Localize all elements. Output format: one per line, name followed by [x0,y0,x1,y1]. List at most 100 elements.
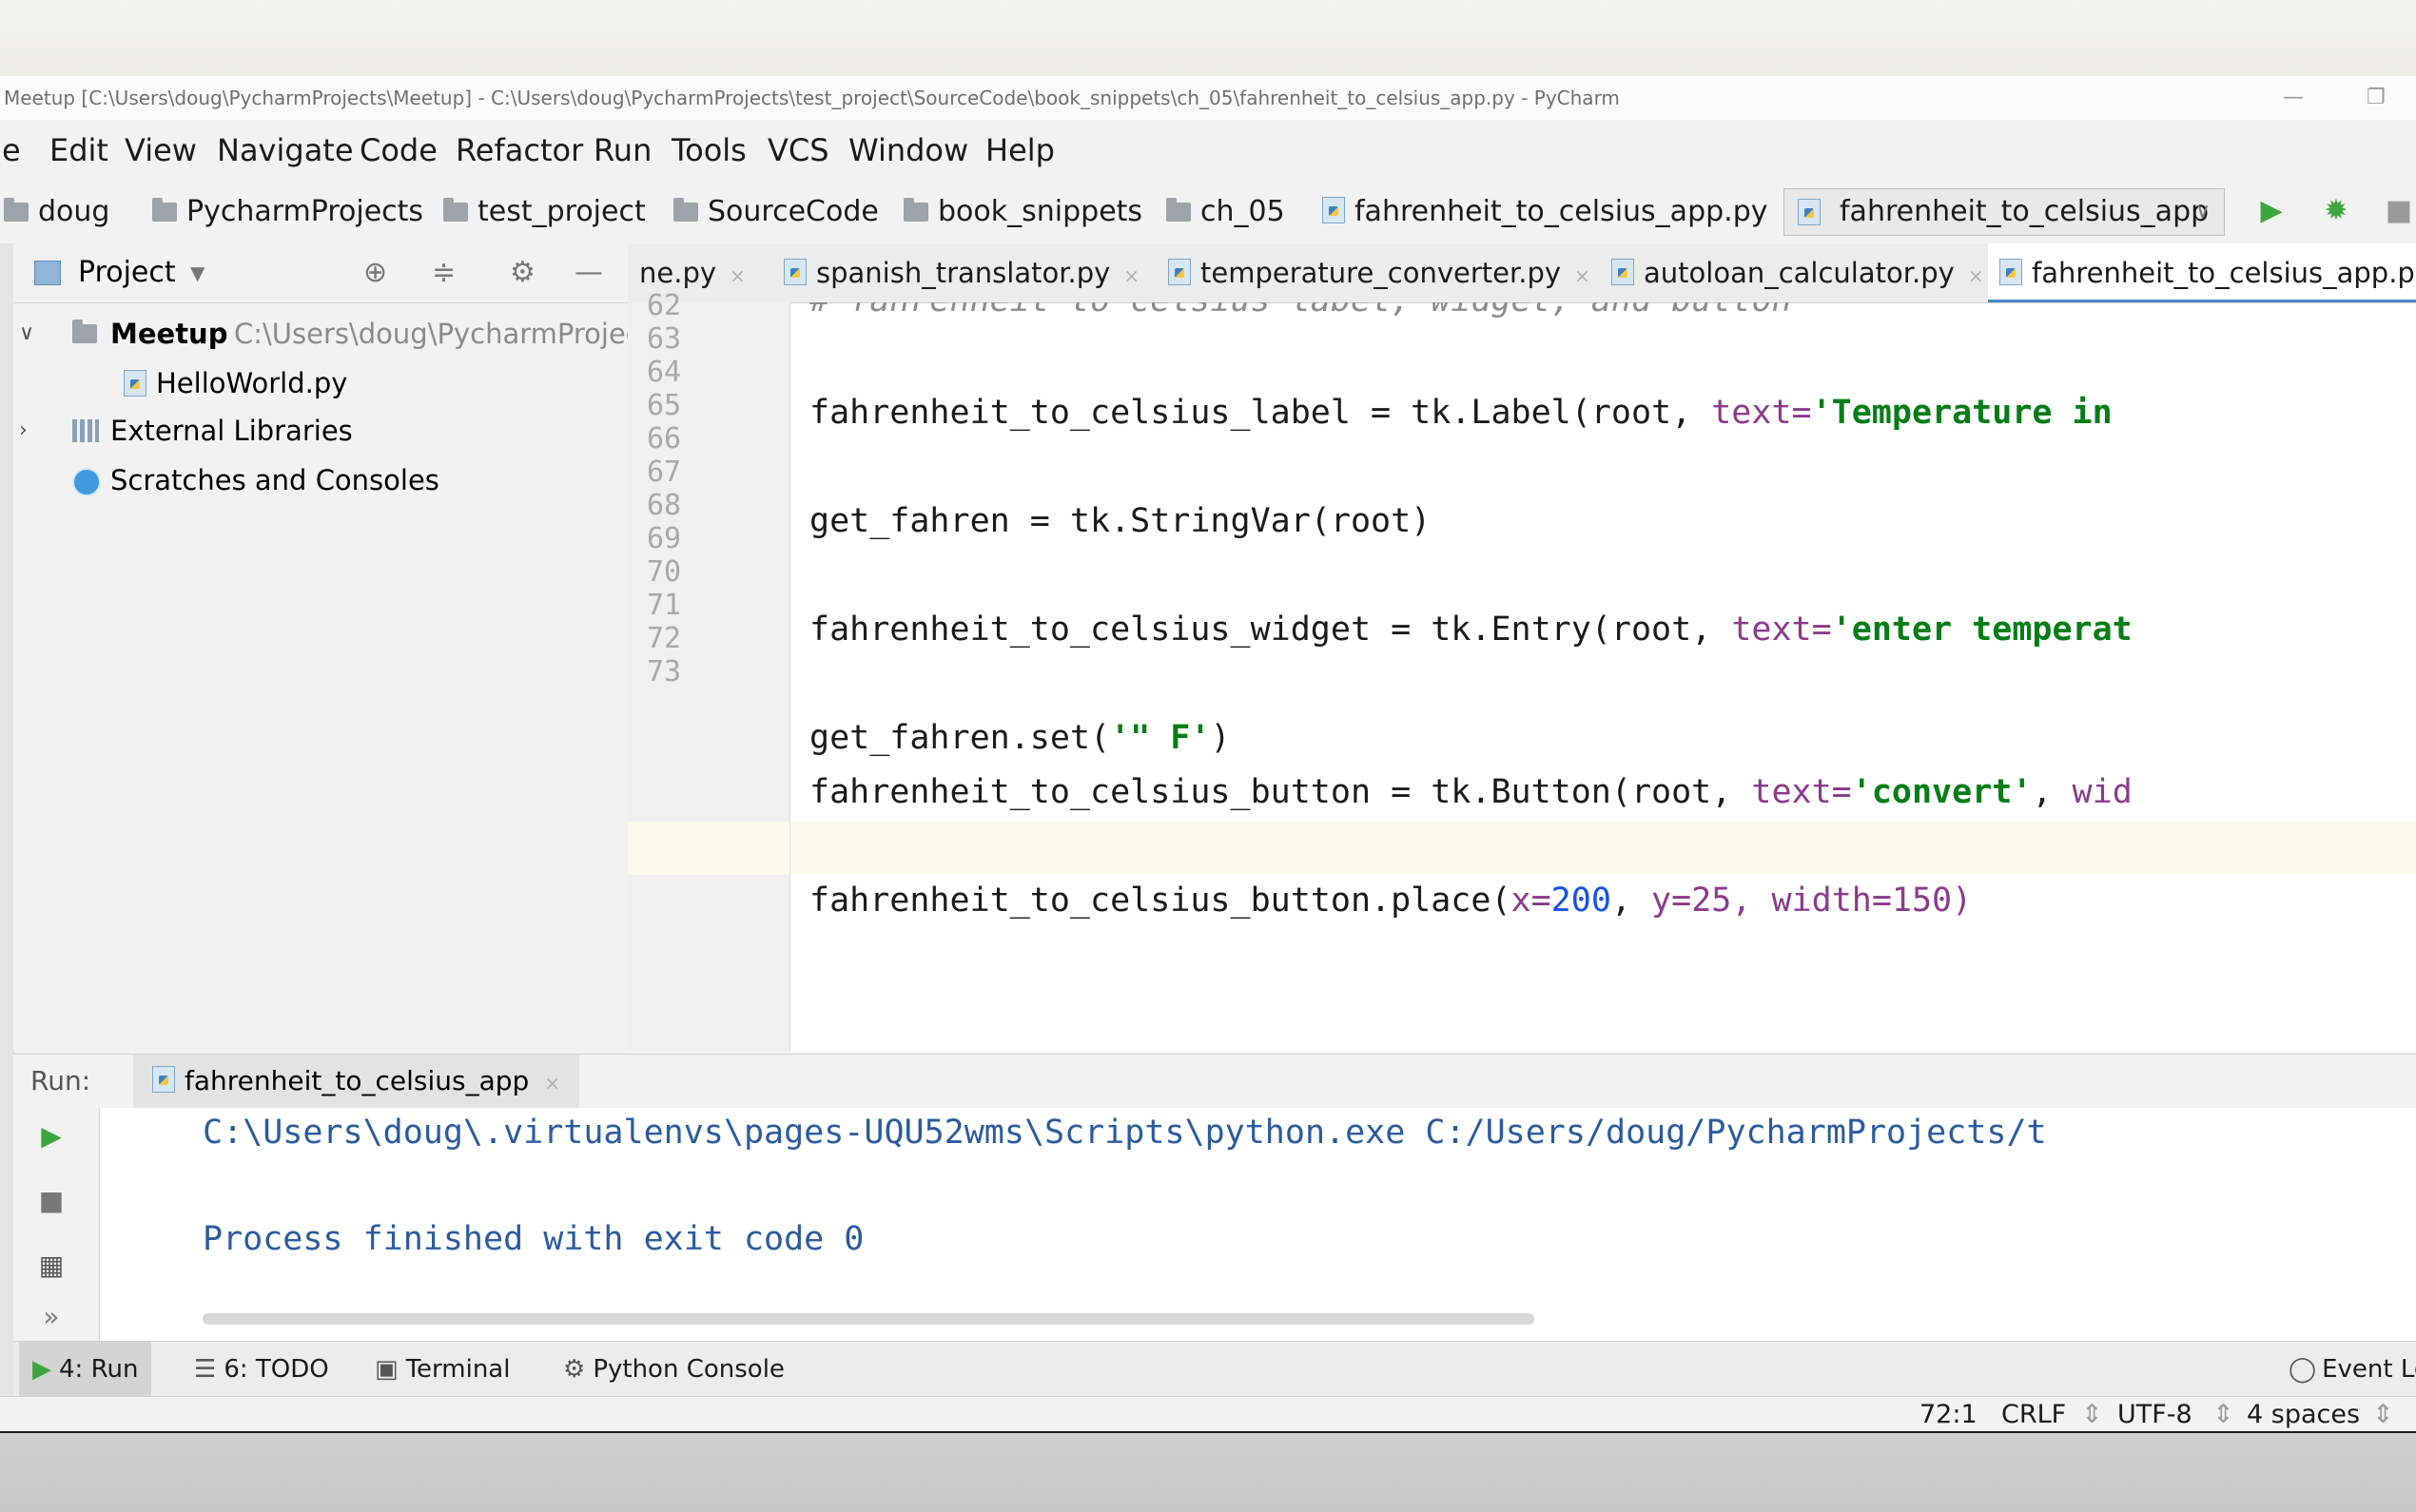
file-encoding[interactable]: UTF-8 [2117,1397,2192,1431]
menu-window[interactable]: Window [848,120,968,181]
breadcrumb-test-project[interactable]: test_project [443,181,646,243]
python-file-icon [1322,197,1345,223]
indent-setting[interactable]: 4 spaces [2247,1397,2360,1431]
code-line: fahrenheit_to_celsius_widget = tk.Entry(… [809,611,2133,649]
line-number: 68 [647,489,682,522]
tool-tab-label: Terminal [405,1355,511,1384]
folder-icon [443,198,468,222]
menu-help[interactable]: Help [985,120,1055,181]
breadcrumb-label: SourceCode [708,195,879,228]
folder-icon [152,198,177,222]
terminal-icon: ▣ [375,1355,399,1384]
menu-code[interactable]: Code [360,120,438,181]
tool-tab-event-log[interactable]: ◯Event Lo [2289,1342,2416,1397]
menu-navigate[interactable]: Navigate [217,120,354,181]
run-configuration-label: fahrenheit_to_celsius_app [1840,195,2210,228]
chevron-down-icon[interactable]: ∨ [19,310,34,358]
tool-tab-label: Event Lo [2322,1355,2416,1384]
tab-temperature-converter[interactable]: temperature_converter.py × [1157,243,1590,302]
code-line: fahrenheit_to_celsius_button = tk.Button… [809,773,2133,811]
run-toolbar: ▶ ■ ▦ » [13,1108,100,1342]
tab-autoloan-calculator[interactable]: autoloan_calculator.py × [1600,243,1984,302]
tool-tab-terminal[interactable]: ▣ Terminal [375,1342,510,1397]
menu-vcs[interactable]: VCS [768,120,829,181]
code-line: get_fahren = tk.StringVar(root) [809,502,1432,540]
console-line: Process finished with exit code 0 [203,1220,865,1258]
tool-tab-todo[interactable]: ☰ 6: TODO [194,1342,329,1397]
line-number: 70 [647,555,682,589]
run-icon[interactable]: ▶ [2250,190,2292,232]
close-icon[interactable]: × [1123,264,1140,287]
breadcrumb-label: book_snippets [938,195,1143,228]
maximize-icon[interactable]: ❐ [2367,76,2386,120]
locate-file-icon[interactable]: ⊕ [363,243,387,302]
menu-edit[interactable]: Edit [49,120,108,181]
tool-tab-label: 6: TODO [224,1355,329,1384]
stop-icon[interactable]: ■ [32,1182,70,1220]
project-view-selector[interactable]: Project [78,243,176,302]
caret-position[interactable]: 72:1 [1919,1397,1978,1431]
tool-tab-run[interactable]: ▶ 4: Run [19,1342,152,1397]
current-line-gutter-highlight [628,822,789,875]
pycharm-window: Meetup [C:\Users\doug\PycharmProjects\Me… [0,76,2416,1431]
collapse-all-icon[interactable]: ≑ [432,243,456,302]
folder-icon [673,198,698,222]
line-number: 64 [647,356,682,389]
event-log-icon: ◯ [2289,1355,2317,1384]
breadcrumb-label: ch_05 [1200,195,1285,228]
tab-spanish-translator[interactable]: spanish_translator.py × [772,243,1140,302]
tool-window-bar: ▶ 4: Run ☰ 6: TODO ▣ Terminal ⚙ Python Conso… [13,1341,2416,1397]
python-file-icon [1999,259,2022,285]
rerun-icon[interactable]: ▶ [32,1117,70,1155]
close-icon[interactable]: × [544,1072,560,1095]
minimize-icon[interactable]: — [2283,76,2304,120]
run-panel-header: Run: fahrenheit_to_celsius_app × [13,1055,2416,1108]
line-separator[interactable]: CRLF [2001,1397,2066,1431]
run-configuration-dropdown[interactable]: fahrenheit_to_celsius_app ∨ [1783,188,2225,236]
breadcrumb-doug[interactable]: doug [4,181,109,243]
run-console[interactable]: C:\Users\doug\.virtualenvs\pages-UQU52wm… [100,1108,2416,1342]
close-icon[interactable]: × [730,264,746,287]
python-file-icon [152,1066,175,1093]
window-title: Meetup [C:\Users\doug\PycharmProjects\Me… [4,87,1620,109]
tab-label: spanish_translator.py [816,257,1111,289]
breadcrumb-current-file[interactable]: fahrenheit_to_celsius_app.py [1322,181,1768,243]
editor-tab-strip: ne.py × spanish_translator.py × temperatur… [628,243,2416,303]
layout-icon[interactable]: ▦ [32,1247,70,1285]
tab-fahrenheit-to-celsius-app[interactable]: fahrenheit_to_celsius_app.py [1988,243,2416,302]
close-icon[interactable]: × [1968,264,1984,287]
tool-tab-python-console[interactable]: ⚙ Python Console [563,1342,785,1397]
run-tab[interactable]: fahrenheit_to_celsius_app × [133,1055,580,1108]
hide-panel-icon[interactable]: — [575,243,603,302]
python-file-icon [1798,199,1821,225]
chevron-icon: ⇕ [2081,1400,2103,1429]
code-area[interactable]: # fahrenheit to celsius label, widget, a… [790,302,2416,1052]
screen-bottom-band [0,1431,2416,1512]
menu-refactor[interactable]: Refactor [456,120,583,181]
chevron-down-icon[interactable]: ▼ [190,243,205,302]
menu-run[interactable]: Run [594,120,652,181]
gear-icon[interactable]: ⚙ [510,243,536,302]
console-scrollbar[interactable] [203,1313,1534,1325]
run-tab-label: fahrenheit_to_celsius_app [185,1065,530,1096]
chevron-right-icon[interactable]: › [19,407,28,455]
breadcrumb-sourcecode[interactable]: SourceCode [673,181,879,243]
line-number: 62 [647,289,682,322]
breadcrumb-ch-05[interactable]: ch_05 [1166,181,1285,243]
breadcrumb-pycharmprojects[interactable]: PycharmProjects [152,181,423,243]
screen-top-band [0,0,2416,76]
tree-item-label: HelloWorld.py [156,367,348,399]
menu-file[interactable]: e [2,120,21,181]
close-icon[interactable]: × [1574,264,1590,287]
breadcrumb-book-snippets[interactable]: book_snippets [904,181,1142,243]
menu-view[interactable]: View [125,120,197,181]
tab-ne[interactable]: ne.py × [628,243,746,302]
menu-tools[interactable]: Tools [672,120,747,181]
debug-icon[interactable]: ✹ [2315,190,2357,232]
stop-icon[interactable]: ■ [2378,190,2416,232]
breadcrumb-label: test_project [477,195,646,228]
run-tool-window: Run: fahrenheit_to_celsius_app × ▶ ■ ▦ » … [13,1054,2416,1342]
line-number: 67 [647,456,682,489]
code-line: fahrenheit_to_celsius_label = tk.Label(r… [809,394,2133,432]
more-icon[interactable]: » [32,1298,70,1336]
